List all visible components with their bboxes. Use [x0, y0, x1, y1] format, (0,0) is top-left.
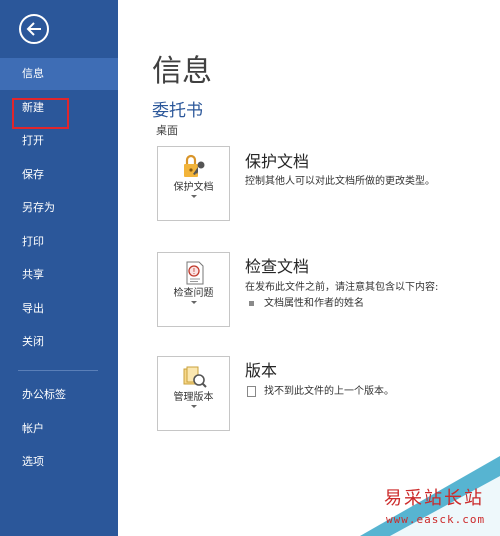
manage-versions-button[interactable]: 管理版本 [157, 356, 230, 431]
chevron-down-icon [191, 301, 197, 304]
sidebar-item-save-as[interactable]: 另存为 [0, 192, 118, 224]
sidebar-item-print[interactable]: 打印 [0, 226, 118, 258]
sidebar-divider [18, 370, 98, 371]
tile-label: 管理版本 [173, 392, 214, 403]
sidebar-item-share[interactable]: 共享 [0, 259, 118, 291]
sidebar-item-open[interactable]: 打开 [0, 125, 118, 157]
watermark-url: www.easck.com [386, 513, 486, 526]
protect-document-button[interactable]: 保护文档 [157, 146, 230, 221]
page-title: 信息 [152, 54, 212, 89]
svg-text:!: ! [192, 267, 195, 276]
list-item: 文档属性和作者的姓名 [249, 294, 364, 309]
section-heading-versions: 版本 [245, 361, 278, 380]
lock-key-icon [181, 153, 209, 181]
highlight-annotation [12, 98, 69, 129]
document-icon [247, 385, 256, 397]
manage-versions-icon [181, 363, 209, 391]
sidebar-item-export[interactable]: 导出 [0, 293, 118, 325]
sidebar-item-save[interactable]: 保存 [0, 159, 118, 191]
section-text-inspect: 在发布此文件之前，请注意其包含以下内容: [245, 282, 439, 293]
section-heading-protect: 保护文档 [245, 152, 310, 171]
backstage-sidebar: 信息 新建 打开 保存 另存为 打印 共享 导出 关闭 办公标签 帐户 选项 [0, 0, 118, 536]
tile-label: 保护文档 [173, 182, 214, 193]
sidebar-item-account[interactable]: 帐户 [0, 413, 118, 445]
tile-label: 检查问题 [173, 288, 214, 299]
sidebar-item-office-tab[interactable]: 办公标签 [0, 379, 118, 411]
chevron-down-icon [191, 405, 197, 408]
section-heading-inspect: 检查文档 [245, 257, 310, 276]
watermark-logo-text: 易采站长站 [384, 488, 484, 509]
bullet-text: 找不到此文件的上一个版本。 [264, 386, 394, 397]
bullet-text: 文档属性和作者的姓名 [264, 298, 364, 309]
back-arrow-icon [26, 22, 41, 36]
document-name: 委托书 [152, 101, 203, 121]
document-location: 桌面 [156, 124, 178, 137]
sidebar-item-info[interactable]: 信息 [0, 58, 118, 90]
sidebar-item-options[interactable]: 选项 [0, 446, 118, 478]
back-button[interactable] [19, 14, 49, 44]
check-for-issues-button[interactable]: ! 检查问题 [157, 252, 230, 327]
chevron-down-icon [191, 195, 197, 198]
bullet-icon [249, 300, 254, 306]
sidebar-item-close[interactable]: 关闭 [0, 326, 118, 358]
section-text-protect: 控制其他人可以对此文档所做的更改类型。 [245, 176, 435, 187]
list-item: 找不到此文件的上一个版本。 [247, 382, 394, 397]
inspect-document-icon: ! [181, 259, 209, 287]
